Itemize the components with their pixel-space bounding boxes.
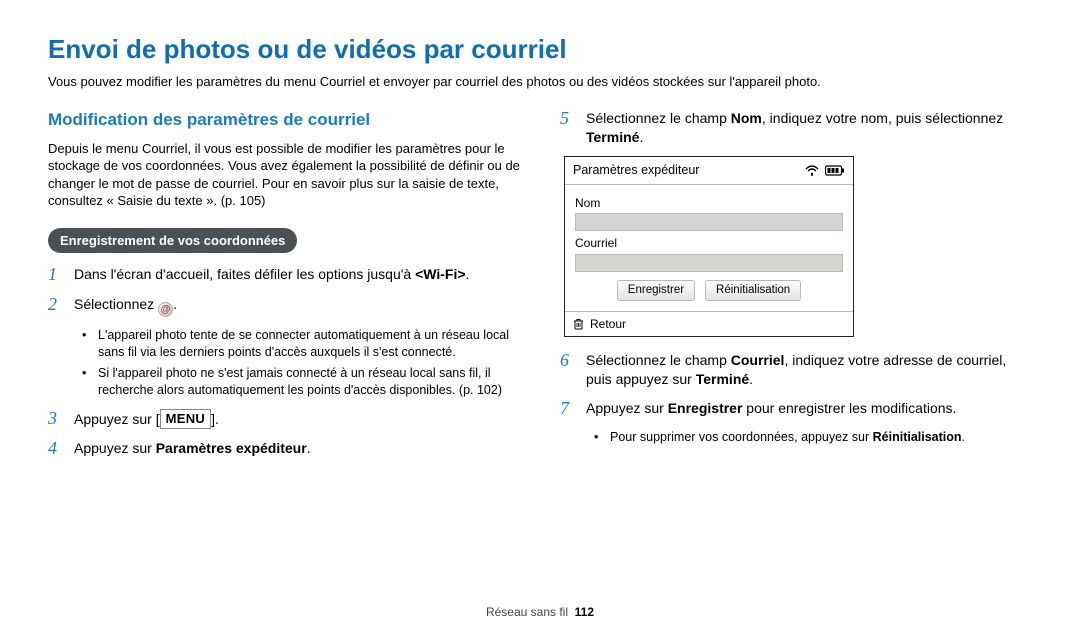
device-title: Paramètres expéditeur (573, 162, 699, 179)
step7-b: Enregistrer (668, 400, 743, 416)
step-1: 1 Dans l'écran d'accueil, faites défiler… (48, 265, 520, 285)
subsection-pill: Enregistrement de vos coordonnées (48, 228, 297, 254)
step2-text-b: . (173, 296, 177, 312)
bullet7-a: Pour supprimer vos coordonnées, appuyez … (610, 430, 873, 444)
step-number: 4 (48, 439, 64, 459)
step6-b: Courriel (731, 352, 785, 368)
step7-c: pour enregistrer les modifications. (742, 400, 956, 416)
step-number: 6 (560, 351, 576, 389)
device-label-courriel: Courriel (575, 235, 843, 251)
step-number: 1 (48, 265, 64, 285)
device-save-button[interactable]: Enregistrer (617, 280, 695, 302)
step5-c: , indiquez votre nom, puis sélectionnez (762, 110, 1003, 126)
device-back-button[interactable]: Retour (590, 316, 626, 332)
menu-key: MENU (160, 409, 211, 430)
step6-d: Terminé (696, 371, 749, 387)
step-number: 2 (48, 295, 64, 317)
trash-icon (573, 318, 584, 330)
wifi-icon (805, 165, 819, 176)
footer-page: 112 (575, 605, 594, 619)
step6-a: Sélectionnez le champ (586, 352, 731, 368)
step1-text-a: Dans l'écran d'accueil, faites défiler l… (74, 266, 415, 282)
bullet-dot: • (82, 365, 92, 399)
step-number: 3 (48, 409, 64, 430)
step-2: 2 Sélectionnez . (48, 295, 520, 317)
device-screenshot: Paramètres expéditeur Nom Courriel Enreg… (564, 156, 854, 337)
device-input-courriel[interactable] (575, 254, 843, 272)
device-reset-button[interactable]: Réinitialisation (705, 280, 801, 302)
step-3: 3 Appuyez sur [MENU]. (48, 409, 520, 430)
bullet7-c: . (962, 430, 965, 444)
intro-text: Vous pouvez modifier les paramètres du m… (48, 73, 1032, 91)
bullet-dot: • (82, 327, 92, 361)
step1-text-c: . (466, 266, 470, 282)
step4-text-a: Appuyez sur (74, 440, 156, 456)
right-column: 5 Sélectionnez le champ Nom, indiquez vo… (560, 109, 1032, 470)
step4-bold: Paramètres expéditeur (156, 440, 307, 456)
footer-section: Réseau sans fil (486, 605, 568, 619)
section-desc: Depuis le menu Courriel, il vous est pos… (48, 140, 520, 210)
left-column: Modification des paramètres de courriel … (48, 109, 520, 470)
battery-icon (825, 165, 845, 176)
step-5: 5 Sélectionnez le champ Nom, indiquez vo… (560, 109, 1032, 147)
page-title: Envoi de photos ou de vidéos par courrie… (48, 32, 1032, 67)
step6-e: . (749, 371, 753, 387)
device-input-nom[interactable] (575, 213, 843, 231)
email-icon (158, 302, 173, 317)
step5-a: Sélectionnez le champ (586, 110, 731, 126)
step-number: 7 (560, 399, 576, 419)
device-label-nom: Nom (575, 195, 843, 211)
step-4: 4 Appuyez sur Paramètres expéditeur. (48, 439, 520, 459)
step-7: 7 Appuyez sur Enregistrer pour enregistr… (560, 399, 1032, 419)
bullet-2a: L'appareil photo tente de se connecter a… (98, 327, 520, 361)
step3-text-b: ]. (211, 411, 219, 427)
page-footer: Réseau sans fil 112 (0, 604, 1080, 620)
step5-e: . (639, 129, 643, 145)
step-6: 6 Sélectionnez le champ Courriel, indiqu… (560, 351, 1032, 389)
step3-text-a: Appuyez sur [ (74, 411, 160, 427)
bullet7-b: Réinitialisation (873, 430, 962, 444)
step5-b: Nom (731, 110, 762, 126)
bullet-dot: • (594, 429, 604, 446)
bullet-2b: Si l'appareil photo ne s'est jamais conn… (98, 365, 520, 399)
step4-text-c: . (307, 440, 311, 456)
step1-wifi: <Wi-Fi> (415, 266, 465, 282)
step5-d: Terminé (586, 129, 639, 145)
step2-text-a: Sélectionnez (74, 296, 158, 312)
section-subhead: Modification des paramètres de courriel (48, 109, 520, 132)
step-number: 5 (560, 109, 576, 147)
step7-a: Appuyez sur (586, 400, 668, 416)
